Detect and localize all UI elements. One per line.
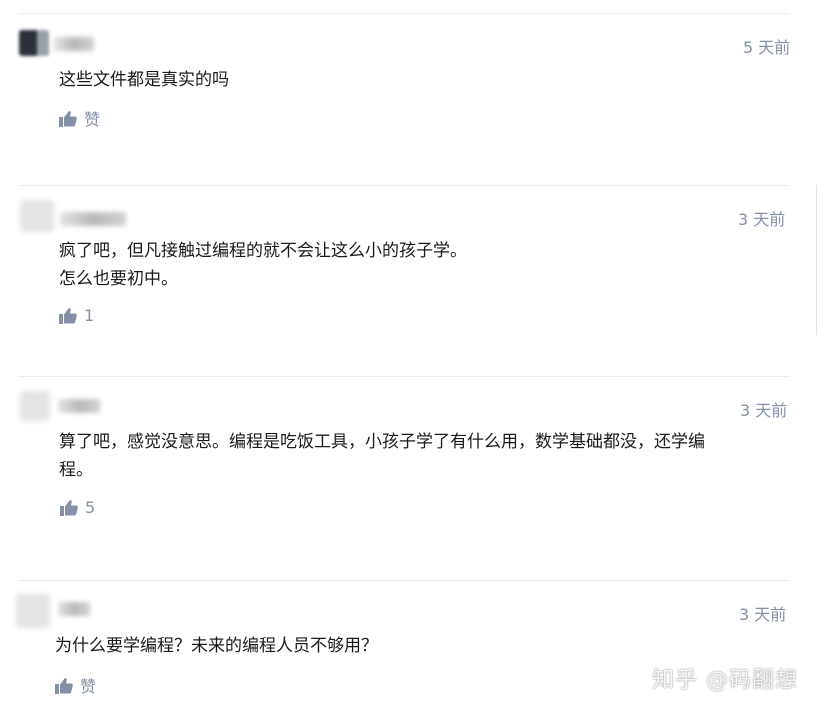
comment-text: 这些文件都是真实的吗 [59,66,229,94]
like-count: 5 [85,498,96,517]
comment-timestamp: 3 天前 [740,401,788,420]
divider [18,376,790,377]
comment-line: 程。 [59,460,93,480]
divider-top [18,13,790,14]
author-name[interactable] [58,399,100,413]
like-button[interactable]: 赞 [59,106,100,130]
comment-line: 怎么也要初中。 [59,269,178,289]
like-count: 1 [84,306,95,325]
like-button[interactable]: 1 [59,306,94,325]
like-button[interactable]: 5 [60,498,95,517]
scrollbar-track [816,185,817,335]
divider [18,580,790,581]
comment-timestamp: 3 天前 [739,605,787,624]
avatar[interactable] [16,594,50,628]
comment-line: 这些文件都是真实的吗 [59,70,229,90]
comment-timestamp: 3 天前 [738,210,786,229]
avatar[interactable] [20,200,54,232]
thumbs-up-icon [59,308,77,324]
author-name[interactable] [60,212,126,226]
like-label: 赞 [84,110,101,129]
thumbs-up-icon [60,500,78,516]
comment-line: 算了吧，感觉没意思。编程是吃饭工具，小孩子学了有什么用，数学基础都没，还学编 [59,432,705,452]
like-label: 赞 [80,677,97,696]
watermark: 知乎 @码翻想 [652,668,798,693]
author-name[interactable] [58,602,90,616]
comment-text: 为什么要学编程？未来的编程人员不够用？ [55,632,378,660]
author-name[interactable] [54,37,94,51]
comment-text: 疯了吧，但凡接触过编程的就不会让这么小的孩子学。 怎么也要初中。 [59,237,467,293]
comment-text: 算了吧，感觉没意思。编程是吃饭工具，小孩子学了有什么用，数学基础都没，还学编 程… [59,428,705,484]
avatar[interactable] [19,30,49,56]
comment-line: 疯了吧，但凡接触过编程的就不会让这么小的孩子学。 [59,241,467,261]
thumbs-up-icon [59,110,77,127]
comment-timestamp: 5 天前 [743,38,791,57]
comment-line: 为什么要学编程？未来的编程人员不够用？ [55,636,378,656]
like-button[interactable]: 赞 [55,673,96,697]
divider [18,185,790,186]
thumbs-up-icon [55,677,73,694]
avatar[interactable] [20,391,50,421]
